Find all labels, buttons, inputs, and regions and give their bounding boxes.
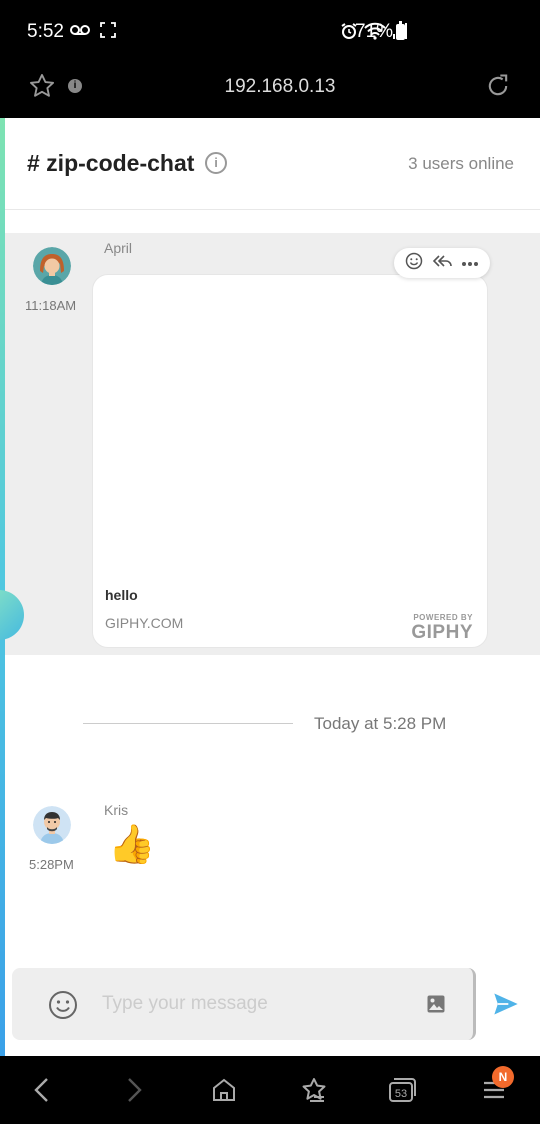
notification-badge: N: [492, 1066, 514, 1088]
tabs-icon[interactable]: 53: [386, 1074, 418, 1106]
home-icon[interactable]: [208, 1074, 240, 1106]
avatar[interactable]: [33, 806, 71, 844]
voicemail-icon: [70, 25, 90, 35]
channel-header: # zip-code-chat i 3 users online: [5, 118, 540, 210]
message-time: 11:18AM: [25, 298, 77, 313]
emoji-picker-icon[interactable]: [48, 990, 78, 1025]
chat-page: # zip-code-chat i 3 users online 11:18AM…: [0, 118, 540, 1056]
message-composer: [12, 968, 476, 1040]
forward-icon[interactable]: [118, 1074, 150, 1106]
reply-icon[interactable]: [432, 253, 452, 274]
giphy-attachment[interactable]: hello GIPHY.COM POWERED BY GIPHY: [92, 274, 488, 648]
message-input[interactable]: [102, 988, 402, 1020]
more-options-icon[interactable]: [461, 254, 479, 272]
screenshot-icon: [100, 22, 116, 38]
battery-icon: [396, 21, 405, 40]
avatar[interactable]: [33, 247, 71, 285]
browser-bottom-nav: 53: [0, 1056, 540, 1124]
reaction-icon[interactable]: [405, 252, 423, 275]
status-bar: 5:52 71%: [0, 0, 540, 62]
thumbs-up-emoji: 👍: [108, 824, 156, 866]
bookmarks-icon[interactable]: [298, 1074, 330, 1106]
image-upload-icon[interactable]: [426, 994, 446, 1019]
channel-title: # zip-code-chat: [27, 150, 195, 176]
message-actions-toolbar: [394, 248, 490, 278]
message-author[interactable]: Kris: [104, 802, 128, 818]
giphy-source[interactable]: GIPHY.COM: [105, 615, 183, 631]
battery-percent: 71%: [355, 21, 394, 42]
reload-icon[interactable]: [484, 72, 512, 105]
back-icon[interactable]: [26, 1074, 58, 1106]
channel-info-icon[interactable]: i: [205, 152, 227, 174]
send-button[interactable]: [492, 990, 520, 1023]
date-separator-line: [83, 723, 293, 724]
status-time: 5:52: [27, 21, 64, 42]
browser-url-bar: i 192.168.0.13: [0, 62, 540, 118]
tabs-count: 53: [395, 1088, 407, 1100]
online-users-count: 3 users online: [408, 154, 514, 173]
url-text[interactable]: 192.168.0.13: [0, 76, 540, 98]
giphy-caption: hello: [105, 587, 138, 603]
message-author[interactable]: April: [104, 240, 132, 256]
date-separator: Today at 5:28 PM: [314, 714, 447, 733]
giphy-logo: POWERED BY GIPHY: [411, 613, 473, 643]
message-time: 5:28PM: [29, 857, 74, 872]
